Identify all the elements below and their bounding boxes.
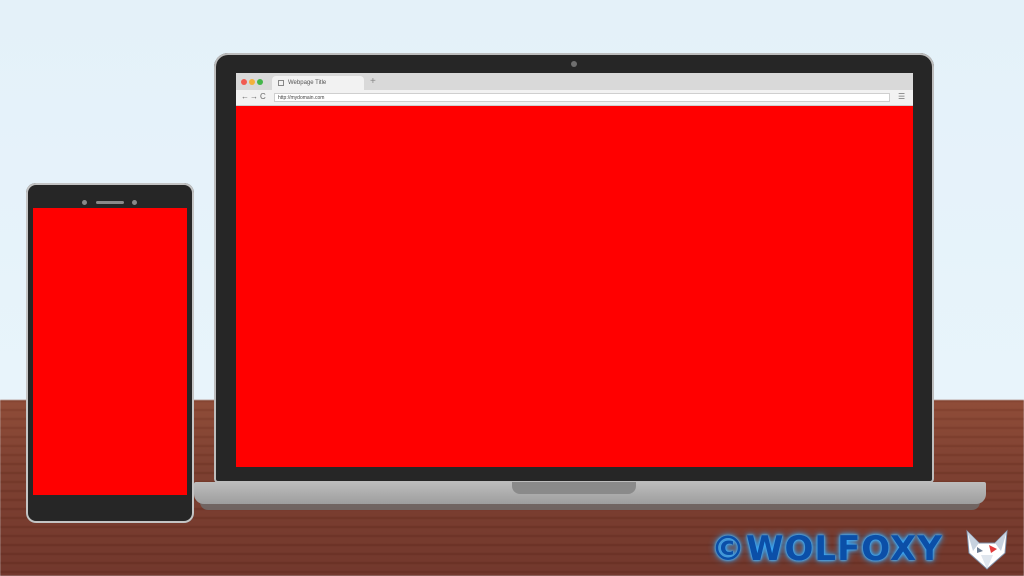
page-favicon-icon (278, 80, 284, 86)
maximize-window-icon[interactable] (257, 79, 263, 85)
wolfoxy-watermark: ©WOLFOXY (711, 529, 943, 569)
laptop-opening-notch (512, 482, 636, 494)
browser-tab-strip: Webpage Title + (236, 73, 913, 90)
browser-tab[interactable]: Webpage Title (272, 76, 364, 90)
minimize-window-icon[interactable] (249, 79, 255, 85)
fox-logo-icon (966, 529, 1008, 570)
browser-menu-icon[interactable]: ☰ (898, 92, 905, 102)
web-page-content (236, 106, 913, 467)
reload-icon[interactable]: C (260, 92, 266, 102)
laptop-lid: Webpage Title + ← → C http://mydomain.co… (214, 53, 934, 483)
browser-nav-bar: ← → C http://mydomain.com ☰ (236, 90, 913, 105)
laptop-screen: Webpage Title + ← → C http://mydomain.co… (236, 73, 913, 467)
browser-tab-title: Webpage Title (288, 80, 327, 86)
new-tab-button[interactable]: + (370, 75, 376, 89)
phone-screen (33, 208, 187, 495)
phone-camera (82, 200, 87, 205)
back-arrow-icon[interactable]: ← (241, 92, 249, 102)
smartphone (26, 183, 194, 523)
phone-sensor (132, 200, 137, 205)
address-bar[interactable]: http://mydomain.com (274, 93, 890, 102)
scene: Webpage Title + ← → C http://mydomain.co… (0, 0, 1024, 576)
phone-speaker (96, 201, 124, 204)
forward-arrow-icon[interactable]: → (250, 92, 258, 102)
close-window-icon[interactable] (241, 79, 247, 85)
laptop-base (194, 482, 986, 504)
laptop-camera (571, 61, 577, 67)
browser-window-chrome: Webpage Title + ← → C http://mydomain.co… (236, 73, 913, 106)
